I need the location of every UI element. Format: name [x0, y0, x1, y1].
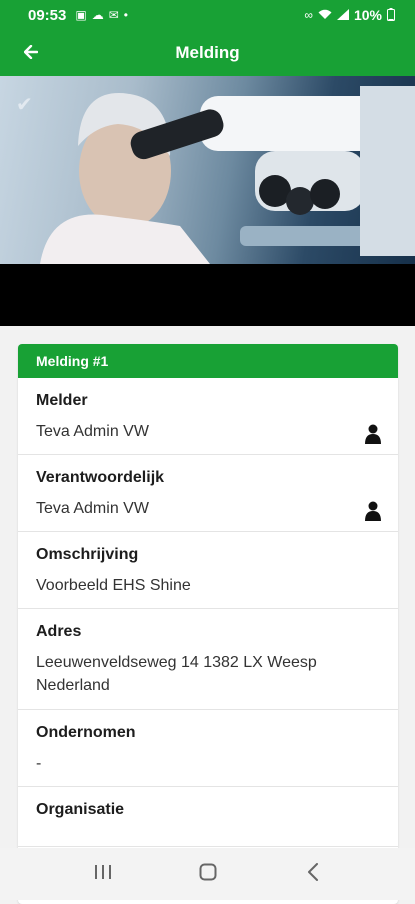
field-omschrijving: Omschrijving Voorbeeld EHS Shine	[18, 532, 398, 609]
field-label: Omschrijving	[36, 546, 139, 563]
field-label: Ondernomen	[36, 724, 136, 741]
app-bar: Melding	[0, 30, 415, 76]
navigation-bar	[0, 848, 415, 900]
field-ondernomen: Ondernomen -	[18, 710, 398, 787]
status-time: 09:53	[28, 6, 67, 24]
back-arrow-icon	[23, 42, 39, 65]
field-organisatie: Organisatie	[18, 787, 398, 847]
dot-icon: •	[123, 8, 128, 22]
field-label: Verantwoordelijk	[36, 469, 165, 486]
field-label: Melder	[36, 392, 88, 409]
back-button[interactable]	[14, 30, 48, 76]
person-icon[interactable]	[364, 424, 382, 444]
recents-icon	[94, 864, 112, 885]
field-value: Voorbeeld EHS Shine	[36, 577, 191, 594]
hero-image: ✔	[0, 76, 415, 264]
back-icon	[307, 862, 319, 886]
field-value: Teva Admin VW	[36, 423, 149, 440]
battery-icon	[387, 7, 395, 23]
status-bar: 09:53 ▣ ☁ ✉ • ∞ 10%	[0, 0, 415, 30]
home-button[interactable]	[188, 854, 228, 894]
melding-card: Melding #1 Melder Teva Admin VW Verantwo…	[18, 344, 398, 904]
check-icon[interactable]: ✔	[16, 92, 33, 117]
field-adres: Adres Leeuwenveldseweg 14 1382 LX Weesp …	[18, 609, 398, 710]
hero-image-bottom-bar	[0, 264, 415, 326]
wifi-icon	[318, 9, 332, 22]
cloud-icon: ☁	[91, 8, 104, 22]
battery-level: 10%	[353, 7, 382, 23]
home-icon	[199, 863, 217, 886]
system-back-button[interactable]	[293, 854, 333, 894]
field-value: Teva Admin VW	[36, 500, 149, 517]
page-title: Melding	[175, 43, 240, 62]
card-header: Melding #1	[18, 344, 398, 378]
recents-button[interactable]	[83, 854, 123, 894]
field-value: Leeuwenveldseweg 14 1382 LX Weesp Nederl…	[36, 654, 317, 694]
field-verantwoordelijk: Verantwoordelijk Teva Admin VW	[18, 455, 398, 532]
field-melder: Melder Teva Admin VW	[18, 378, 398, 455]
field-label: Organisatie	[36, 801, 125, 818]
field-value: -	[36, 755, 42, 772]
person-icon[interactable]	[364, 501, 382, 521]
field-label: Adres	[36, 623, 82, 640]
link-icon: ∞	[304, 8, 313, 22]
signal-icon	[336, 8, 349, 22]
mail-icon: ✉	[108, 8, 119, 22]
image-icon: ▣	[75, 8, 87, 22]
